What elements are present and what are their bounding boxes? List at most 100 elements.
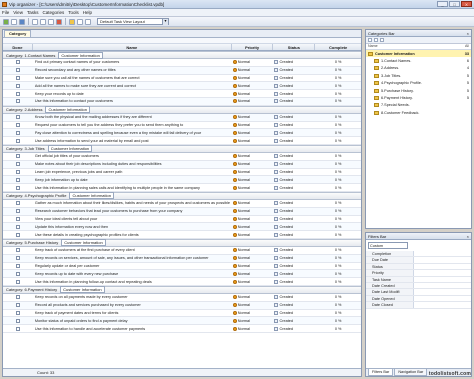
- task-name[interactable]: Monitor status of unpaid orders to find …: [33, 319, 232, 323]
- task-name[interactable]: Know both the physical and the mailing a…: [33, 115, 232, 119]
- status-cell[interactable]: Created: [273, 169, 315, 174]
- complete-value[interactable]: 0 %: [315, 76, 361, 80]
- open-icon[interactable]: [11, 18, 17, 25]
- done-checkbox[interactable]: [15, 216, 20, 221]
- close-icon[interactable]: ×: [467, 233, 469, 240]
- complete-value[interactable]: 0 %: [315, 178, 361, 182]
- status-cell[interactable]: Created: [273, 216, 315, 221]
- status-cell[interactable]: Created: [273, 138, 315, 143]
- complete-value[interactable]: 0 %: [315, 60, 361, 64]
- done-checkbox[interactable]: [15, 279, 20, 284]
- category-tree-item[interactable]: 8.Customer Feedback.: [366, 109, 471, 116]
- table-row[interactable]: Use this information to handle and accel…: [3, 325, 361, 333]
- column-priority[interactable]: Priority: [232, 44, 274, 50]
- status-cell[interactable]: Created: [273, 68, 315, 73]
- menu-view[interactable]: View: [13, 10, 23, 15]
- add-category-icon[interactable]: [368, 38, 372, 42]
- task-name[interactable]: Make notes about their job descriptions …: [33, 162, 232, 166]
- complete-value[interactable]: 0 %: [315, 123, 361, 127]
- category-tree-item[interactable]: 3.Job Titles. 5: [366, 72, 471, 79]
- priority-cell[interactable]: Normal: [232, 115, 274, 120]
- status-cell[interactable]: Created: [273, 303, 315, 308]
- priority-cell[interactable]: Normal: [232, 279, 274, 284]
- task-name[interactable]: Keep job information up to date: [33, 178, 232, 182]
- done-checkbox[interactable]: [15, 115, 20, 120]
- done-checkbox[interactable]: [15, 68, 20, 73]
- complete-value[interactable]: 0 %: [315, 115, 361, 119]
- done-checkbox[interactable]: [15, 99, 20, 104]
- priority-cell[interactable]: Normal: [232, 99, 274, 104]
- status-cell[interactable]: Created: [273, 83, 315, 88]
- table-row[interactable]: Update this information every now and th…: [3, 223, 361, 232]
- table-row[interactable]: Make sure you call all the names of cust…: [3, 75, 361, 83]
- maximize-button[interactable]: □: [449, 1, 460, 7]
- table-row[interactable]: View your ideal clients tell about your N…: [3, 216, 361, 224]
- status-cell[interactable]: Created: [273, 295, 315, 300]
- filter-field-value[interactable]: [414, 264, 471, 269]
- status-cell[interactable]: Created: [273, 326, 315, 331]
- category-group-header[interactable]: Category: 4.Psychographic Profile Custome…: [3, 191, 361, 200]
- task-name[interactable]: Record all products and services purchas…: [33, 303, 232, 307]
- table-row[interactable]: Get official job titles of your customer…: [3, 153, 361, 161]
- tab-filters-bar[interactable]: Filters Bar: [368, 369, 394, 376]
- category-group-header[interactable]: Category: 2.Address Customer Information: [3, 105, 361, 114]
- table-row[interactable]: Record all products and services purchas…: [3, 301, 361, 310]
- tab-navigation-bar[interactable]: Navigation Bar: [394, 369, 428, 376]
- complete-value[interactable]: 0 %: [315, 280, 361, 284]
- priority-cell[interactable]: Normal: [232, 169, 274, 174]
- complete-value[interactable]: 0 %: [315, 303, 361, 307]
- cut-icon[interactable]: [32, 18, 38, 25]
- done-checkbox[interactable]: [15, 248, 20, 253]
- column-done[interactable]: Done: [3, 44, 33, 50]
- table-row[interactable]: Add all the names to make sure they are …: [3, 82, 361, 91]
- table-row[interactable]: Find out primary contact names of your c…: [3, 59, 361, 67]
- status-cell[interactable]: Created: [273, 318, 315, 323]
- done-checkbox[interactable]: [15, 75, 20, 80]
- minimize-button[interactable]: _: [437, 1, 448, 7]
- task-name[interactable]: Learn job experience, previous jobs and …: [33, 170, 232, 174]
- task-name[interactable]: Use this information in planning follow-…: [33, 280, 232, 284]
- table-row[interactable]: Use this information to contact your cus…: [3, 97, 361, 106]
- priority-cell[interactable]: Normal: [232, 60, 274, 65]
- complete-value[interactable]: 0 %: [315, 264, 361, 268]
- done-checkbox[interactable]: [15, 201, 20, 206]
- filter-icon[interactable]: [77, 18, 83, 25]
- done-checkbox[interactable]: [15, 185, 20, 190]
- status-cell[interactable]: Created: [273, 75, 315, 80]
- complete-value[interactable]: 0 %: [315, 209, 361, 213]
- status-cell[interactable]: Created: [273, 201, 315, 206]
- filter-field-value[interactable]: [414, 302, 471, 307]
- complete-value[interactable]: 0 %: [315, 233, 361, 237]
- done-checkbox[interactable]: [15, 232, 20, 237]
- filter-field-row[interactable]: Date Closed: [366, 302, 471, 309]
- category-tree-item[interactable]: 1.Contact Names. 6: [366, 57, 471, 64]
- complete-value[interactable]: 0 %: [315, 311, 361, 315]
- filter-field-value[interactable]: [414, 296, 471, 301]
- task-name[interactable]: Find out primary contact names of your c…: [33, 60, 232, 64]
- priority-cell[interactable]: Normal: [232, 83, 274, 88]
- complete-value[interactable]: 0 %: [315, 68, 361, 72]
- task-name[interactable]: Gather as much information about their l…: [33, 201, 232, 205]
- complete-value[interactable]: 0 %: [315, 256, 361, 260]
- task-name[interactable]: Keep records up to date with every new p…: [33, 272, 232, 276]
- task-name[interactable]: Keep track of customers at the first pur…: [33, 248, 232, 252]
- column-name[interactable]: Name: [33, 44, 232, 50]
- category-icon[interactable]: [69, 18, 75, 25]
- priority-cell[interactable]: Normal: [232, 216, 274, 221]
- table-row[interactable]: Gather as much information about their l…: [3, 200, 361, 208]
- table-row[interactable]: Pay close attention to correctness and s…: [3, 129, 361, 138]
- table-row[interactable]: Use this information in planning follow-…: [3, 278, 361, 286]
- complete-value[interactable]: 0 %: [315, 92, 361, 96]
- table-row[interactable]: Keep track of payment dates and terms fo…: [3, 310, 361, 318]
- close-icon[interactable]: ×: [467, 30, 469, 37]
- done-checkbox[interactable]: [15, 303, 20, 308]
- task-name[interactable]: Record secondary and any other names or …: [33, 68, 232, 72]
- category-group-header[interactable]: Category: 3.Job Titles Customer Informati…: [3, 144, 361, 153]
- complete-value[interactable]: 0 %: [315, 99, 361, 103]
- status-cell[interactable]: Created: [273, 224, 315, 229]
- tab-category[interactable]: Category: [4, 30, 32, 37]
- priority-cell[interactable]: Normal: [232, 201, 274, 206]
- status-cell[interactable]: Created: [273, 99, 315, 104]
- edit-category-icon[interactable]: [374, 38, 378, 42]
- new-task-icon[interactable]: [3, 18, 9, 25]
